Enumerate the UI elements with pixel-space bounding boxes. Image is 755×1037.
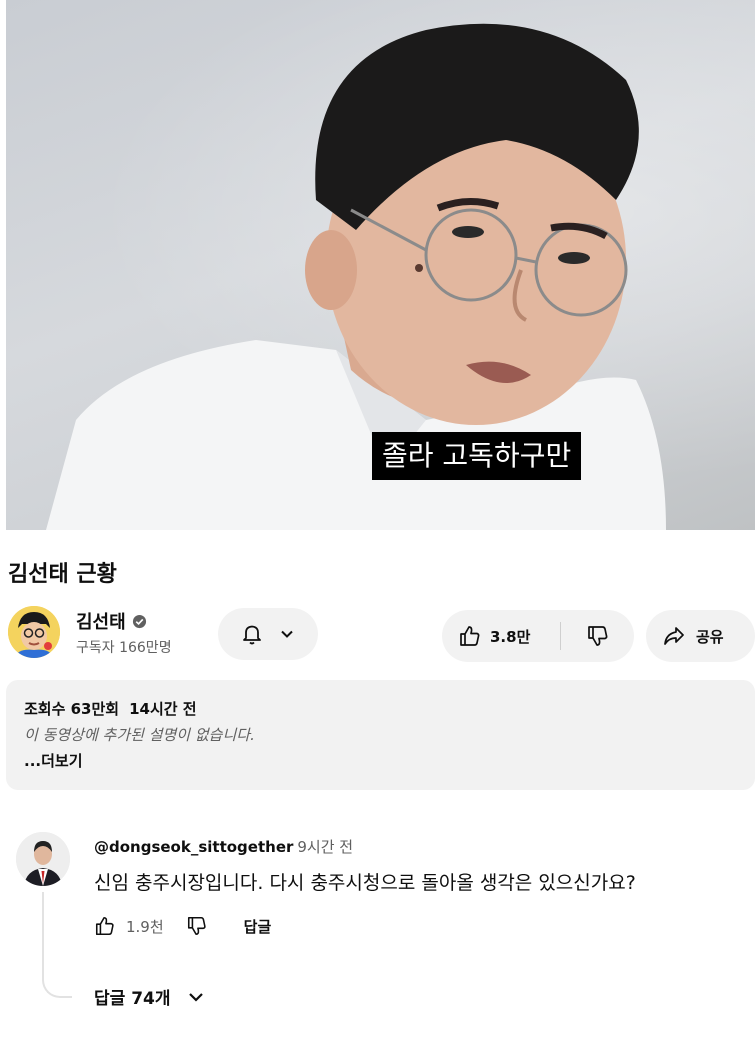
chevron-down-icon: [188, 992, 203, 1002]
subscription-bell-button[interactable]: [218, 608, 318, 660]
replies-label: 답글 74개: [94, 989, 171, 1009]
comment-thumbs-up-icon[interactable]: [94, 915, 116, 937]
comment-thumbs-down-icon[interactable]: [186, 915, 208, 937]
comment-like-count: 1.9천: [126, 917, 164, 936]
dislike-button[interactable]: [561, 610, 634, 662]
like-count: 3.8만: [490, 627, 531, 646]
description-text: 이 동영상에 추가된 설명이 없습니다.: [24, 726, 255, 744]
channel-avatar[interactable]: [8, 606, 60, 658]
comment-avatar[interactable]: [16, 832, 70, 886]
chevron-down-icon: [281, 630, 293, 638]
view-replies-button[interactable]: 답글 74개: [94, 984, 207, 1009]
thumbs-up-icon: [460, 626, 480, 646]
share-label: 공유: [696, 627, 724, 646]
comment-time: 9시간 전: [297, 838, 354, 856]
show-more-link[interactable]: ...더보기: [24, 750, 83, 771]
comment-username[interactable]: @dongseok_sittogether: [94, 838, 293, 856]
reply-thread-line: [42, 892, 72, 998]
share-button[interactable]: 공유: [646, 610, 755, 662]
comment-reply-button[interactable]: 답글: [244, 916, 272, 937]
video-player[interactable]: 졸라 고독하구만: [6, 0, 755, 530]
description-meta: 조회수 63만회 14시간 전: [24, 698, 197, 719]
comment-avatar-image: [16, 832, 70, 886]
video-title: 김선태 근황: [8, 562, 117, 587]
comment-header: @dongseok_sittogether 9시간 전: [94, 836, 353, 857]
description-box[interactable]: 조회수 63만회 14시간 전 이 동영상에 추가된 설명이 없습니다. ...더…: [6, 680, 755, 790]
channel-name-row: 김선태: [76, 608, 147, 634]
thumbs-down-icon: [587, 626, 607, 646]
bell-icon: [243, 625, 261, 645]
like-button[interactable]: 3.8만: [442, 610, 560, 662]
comment-actions: 1.9천 답글: [94, 912, 271, 940]
subscriber-count: 구독자 166만명: [76, 640, 172, 656]
share-arrow-icon: [664, 627, 684, 645]
video-subtitle: 졸라 고독하구만: [372, 432, 582, 480]
like-dislike-group: 3.8만: [442, 610, 634, 662]
channel-name[interactable]: 김선태: [76, 608, 126, 634]
upload-time: 14시간 전: [129, 700, 197, 718]
channel-avatar-image: [8, 606, 60, 658]
comment-text: 신임 충주시장입니다. 다시 충주시청으로 돌아올 생각은 있으신가요?: [94, 872, 636, 894]
view-count: 조회수 63만회: [24, 700, 120, 718]
verified-check-icon: [132, 614, 146, 628]
